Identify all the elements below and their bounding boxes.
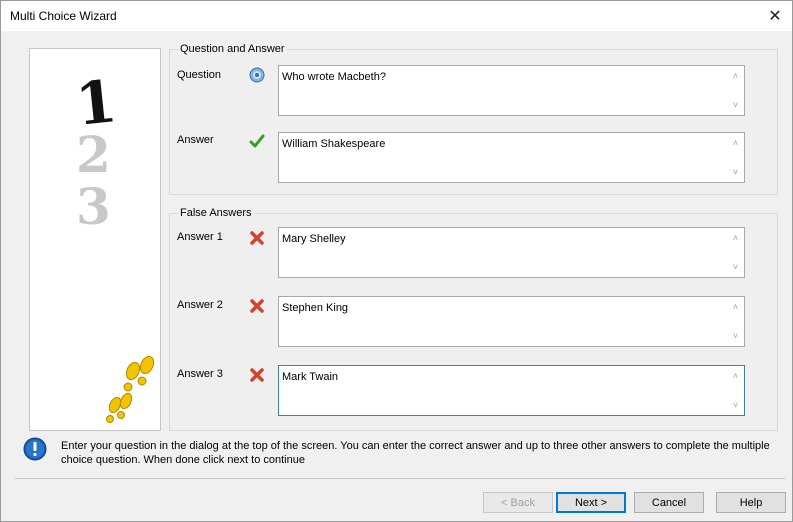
cross-icon bbox=[250, 231, 264, 245]
info-text: Enter your question in the dialog at the… bbox=[61, 440, 770, 466]
chevron-down-icon[interactable]: ˅ bbox=[727, 397, 744, 413]
answer-1-field-value: Mary Shelley bbox=[282, 233, 346, 245]
close-icon: ✕ bbox=[768, 8, 782, 25]
chevron-down-icon[interactable]: ˅ bbox=[727, 97, 744, 113]
footer-divider bbox=[15, 478, 785, 479]
chevron-up-icon[interactable]: ˄ bbox=[727, 135, 744, 151]
wizard-window: Multi Choice Wizard ✕ 1 2 3 Question and… bbox=[0, 0, 793, 522]
answer-1-scrollbar[interactable]: ˄ ˅ bbox=[727, 228, 744, 277]
question-field-value: Who wrote Macbeth? bbox=[282, 71, 386, 83]
next-button[interactable]: Next > bbox=[556, 492, 626, 513]
steps-panel: 1 2 3 bbox=[29, 48, 161, 431]
answer-field[interactable]: William Shakespeare ˄ ˅ bbox=[278, 132, 745, 183]
answer-3-scrollbar[interactable]: ˄ ˅ bbox=[727, 366, 744, 415]
question-label: Question bbox=[177, 69, 222, 81]
chevron-down-icon[interactable]: ˅ bbox=[727, 259, 744, 275]
chevron-up-icon[interactable]: ˄ bbox=[727, 368, 744, 384]
answer-1-label: Answer 1 bbox=[177, 231, 223, 243]
cancel-button[interactable]: Cancel bbox=[634, 492, 704, 513]
step-3-numeral: 3 bbox=[76, 177, 111, 236]
info-icon bbox=[23, 437, 47, 461]
answer-2-field-value: Stephen King bbox=[282, 302, 349, 314]
question-icon bbox=[249, 67, 265, 83]
back-button[interactable]: < Back bbox=[483, 492, 553, 513]
answer-2-scrollbar[interactable]: ˄ ˅ bbox=[727, 297, 744, 346]
false-answers-group-label: False Answers bbox=[178, 207, 254, 219]
chevron-up-icon[interactable]: ˄ bbox=[727, 230, 744, 246]
footprints-icon bbox=[106, 355, 155, 423]
answer-scrollbar[interactable]: ˄ ˅ bbox=[727, 133, 744, 182]
answer-2-field[interactable]: Stephen King ˄ ˅ bbox=[278, 296, 745, 347]
cross-icon bbox=[250, 299, 264, 313]
answer-3-field[interactable]: Mark Twain ˄ ˅ bbox=[278, 365, 745, 416]
chevron-down-icon[interactable]: ˅ bbox=[727, 328, 744, 344]
close-button[interactable]: ✕ bbox=[758, 1, 792, 31]
question-scrollbar[interactable]: ˄ ˅ bbox=[727, 66, 744, 115]
chevron-up-icon[interactable]: ˄ bbox=[727, 68, 744, 84]
checkmark-icon bbox=[249, 134, 265, 148]
title-bar: Multi Choice Wizard ✕ bbox=[1, 1, 792, 31]
question-field[interactable]: Who wrote Macbeth? ˄ ˅ bbox=[278, 65, 745, 116]
answer-2-label: Answer 2 bbox=[177, 299, 223, 311]
step-2-numeral: 2 bbox=[76, 125, 111, 184]
answer-1-field[interactable]: Mary Shelley ˄ ˅ bbox=[278, 227, 745, 278]
question-answer-group-label: Question and Answer bbox=[178, 43, 287, 55]
window-title: Multi Choice Wizard bbox=[10, 9, 117, 23]
cross-icon bbox=[250, 368, 264, 382]
answer-label: Answer bbox=[177, 134, 214, 146]
answer-3-label: Answer 3 bbox=[177, 368, 223, 380]
help-button[interactable]: Help bbox=[716, 492, 786, 513]
chevron-down-icon[interactable]: ˅ bbox=[727, 164, 744, 180]
answer-3-field-value: Mark Twain bbox=[282, 371, 339, 383]
chevron-up-icon[interactable]: ˄ bbox=[727, 299, 744, 315]
answer-field-value: William Shakespeare bbox=[282, 138, 386, 150]
info-bar: Enter your question in the dialog at the… bbox=[15, 433, 785, 469]
